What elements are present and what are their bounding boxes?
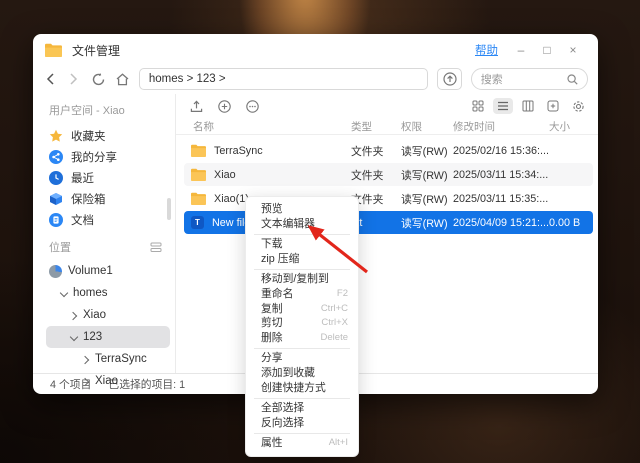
menu-divider <box>254 397 350 399</box>
star-icon <box>49 129 63 143</box>
tree-node-xiao[interactable]: Xiao <box>33 304 175 326</box>
titlebar: 文件管理 帮助 – □ × <box>33 34 598 64</box>
chevron-down-icon[interactable] <box>60 290 67 297</box>
volume-pie-icon <box>49 264 62 278</box>
folder-icon <box>191 168 206 181</box>
navigation-bar: homes > 123 > 搜索 <box>33 64 598 94</box>
menu-item-properties[interactable]: 属性 Alt+I <box>246 436 358 451</box>
menu-item-preview[interactable]: 预览 <box>246 202 358 217</box>
menu-item-move-copy[interactable]: 移动到/复制到 <box>246 272 358 287</box>
tree-node-123-selected[interactable]: 123 <box>46 326 170 348</box>
chevron-right-icon[interactable] <box>70 312 77 319</box>
sidebar-item-vault[interactable]: 保险箱 <box>33 188 175 209</box>
column-header-mtime[interactable]: 修改时间 <box>453 119 549 134</box>
menu-item-zip[interactable]: zip 压缩 <box>246 252 358 267</box>
safe-cube-icon <box>49 192 63 206</box>
menu-divider <box>254 347 350 349</box>
settings-gear-icon[interactable] <box>572 100 585 113</box>
close-button[interactable]: × <box>560 43 586 57</box>
tree-node-xiao2[interactable]: Xiao <box>33 370 175 392</box>
file-rows: TerraSync 文件夹 读写(RW) 2025/02/16 15:36:..… <box>176 135 598 234</box>
folder-icon <box>191 192 206 205</box>
search-input[interactable]: 搜索 <box>470 68 589 90</box>
sidebar-item-recent[interactable]: 最近 <box>33 167 175 188</box>
sidebar-item-documents[interactable]: 文档 <box>33 209 175 230</box>
tree-node-terrasync[interactable]: TerraSync <box>33 348 175 370</box>
sidebar-item-label: 文档 <box>71 214 94 227</box>
new-item-icon[interactable] <box>218 99 231 113</box>
chevron-right-icon[interactable] <box>82 356 89 363</box>
menu-item-create-shortcut[interactable]: 创建快捷方式 <box>246 381 358 396</box>
folder-icon <box>191 144 206 157</box>
column-header-name[interactable]: 名称 <box>176 119 351 134</box>
sidebar-item-my-shares[interactable]: 我的分享 <box>33 146 175 167</box>
tree-node-homes[interactable]: homes <box>33 282 175 304</box>
sidebar-item-label: 我的分享 <box>71 151 117 164</box>
clock-icon <box>49 170 63 185</box>
list-header: 名称 类型 权限 修改时间 大小 <box>176 118 598 135</box>
collapse-tree-icon[interactable] <box>150 242 162 253</box>
column-header-perm[interactable]: 权限 <box>401 119 453 134</box>
share-icon <box>49 149 63 164</box>
column-view-icon[interactable] <box>522 100 534 112</box>
upload-icon[interactable] <box>190 100 203 113</box>
file-toolbar <box>176 94 598 118</box>
sidebar-item-label: 最近 <box>71 172 94 185</box>
menu-divider <box>254 432 350 434</box>
sidebar-scrollbar[interactable] <box>167 198 171 220</box>
context-menu: 预览 文本编辑器 下载 zip 压缩 移动到/复制到 重命名 F2 复制 Ctrl+… <box>245 196 359 457</box>
menu-item-add-favorite[interactable]: 添加到收藏 <box>246 366 358 381</box>
main-panel: 名称 类型 权限 修改时间 大小 TerraSync 文件夹 读写(RW) 20… <box>176 94 598 373</box>
table-row-terrasync[interactable]: TerraSync 文件夹 读写(RW) 2025/02/16 15:36:..… <box>184 139 593 162</box>
menu-item-cut[interactable]: 剪切 Ctrl+X <box>246 316 358 331</box>
maximize-button[interactable]: □ <box>534 43 560 57</box>
more-actions-icon[interactable] <box>246 99 259 113</box>
home-icon[interactable] <box>115 71 130 87</box>
forward-icon[interactable] <box>67 71 82 87</box>
refresh-icon[interactable] <box>91 71 106 87</box>
search-icon <box>567 73 578 85</box>
add-view-icon[interactable] <box>547 100 559 112</box>
menu-item-share[interactable]: 分享 <box>246 351 358 366</box>
go-up-button[interactable] <box>437 68 462 90</box>
menu-divider <box>254 268 350 270</box>
menu-item-copy[interactable]: 复制 Ctrl+C <box>246 302 358 317</box>
back-icon[interactable] <box>43 71 58 87</box>
menu-item-delete[interactable]: 删除 Delete <box>246 331 358 346</box>
chevron-right-icon[interactable] <box>82 378 89 385</box>
column-header-size[interactable]: 大小 <box>549 119 593 134</box>
breadcrumb[interactable]: homes > 123 > <box>138 68 429 90</box>
sidebar: 用户空间 - Xiao 收藏夹 我的分享 最近 保险箱 文档 位置 Volume… <box>33 94 175 387</box>
menu-divider <box>254 233 350 235</box>
app-folder-icon <box>45 43 62 57</box>
document-icon <box>49 212 63 227</box>
grid-view-icon[interactable] <box>472 100 484 112</box>
menu-item-select-all[interactable]: 全部选择 <box>246 401 358 416</box>
sidebar-item-favorites[interactable]: 收藏夹 <box>33 125 175 146</box>
menu-item-invert-selection[interactable]: 反向选择 <box>246 416 358 431</box>
table-row-xiao[interactable]: Xiao 文件夹 读写(RW) 2025/03/11 15:34:... <box>184 163 593 186</box>
window-title: 文件管理 <box>72 43 121 58</box>
list-view-icon[interactable] <box>493 98 513 114</box>
help-link[interactable]: 帮助 <box>475 42 498 58</box>
menu-item-download[interactable]: 下载 <box>246 237 358 252</box>
menu-item-text-editor[interactable]: 文本编辑器 <box>246 217 358 232</box>
user-space-header: 用户空间 - Xiao <box>49 105 125 117</box>
sidebar-item-label: 收藏夹 <box>71 130 106 143</box>
column-header-type[interactable]: 类型 <box>351 119 401 134</box>
search-placeholder: 搜索 <box>480 74 503 86</box>
location-header: 位置 <box>33 230 175 260</box>
minimize-button[interactable]: – <box>508 43 534 57</box>
txt-file-icon: T <box>191 216 204 229</box>
sidebar-item-label: 保险箱 <box>71 193 106 206</box>
menu-item-rename[interactable]: 重命名 F2 <box>246 287 358 302</box>
tree-node-volume1[interactable]: Volume1 <box>33 260 175 282</box>
chevron-down-icon[interactable] <box>70 334 77 341</box>
